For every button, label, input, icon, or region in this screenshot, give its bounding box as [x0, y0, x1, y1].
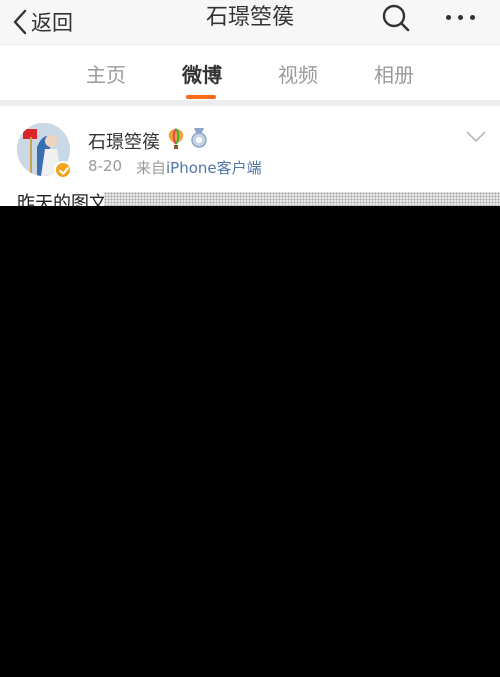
- chevron-left-icon: [13, 9, 27, 35]
- post-text[interactable]: 昨天的图文: [17, 191, 107, 206]
- active-tab-indicator: [186, 95, 216, 99]
- post-username[interactable]: 石璟箜篌: [88, 128, 160, 154]
- more-dot-icon: [470, 15, 475, 20]
- more-button[interactable]: [443, 9, 479, 27]
- tab-album[interactable]: 相册: [364, 59, 424, 88]
- balloon-icon: [168, 128, 184, 149]
- post-date: 8-20: [88, 157, 123, 175]
- chevron-down-icon: [466, 131, 486, 143]
- profile-tabs: 主页 微博 视频 相册: [0, 44, 500, 100]
- image-content-area: [0, 206, 500, 677]
- back-label: 返回: [31, 11, 73, 35]
- top-nav-bar: 返回 石璟箜篌: [0, 0, 500, 44]
- page-title: 石璟箜篌: [205, 5, 294, 30]
- post-menu-button[interactable]: [466, 128, 486, 147]
- search-button[interactable]: [381, 4, 411, 38]
- more-dot-icon: [446, 15, 451, 20]
- more-dot-icon: [458, 15, 463, 20]
- tab-video[interactable]: 视频: [268, 59, 328, 88]
- tab-home[interactable]: 主页: [76, 59, 136, 88]
- weibo-post: 石璟箜篌 8-20 来自 iPhone客户端 昨天的图文: [0, 106, 500, 206]
- verified-badge-icon: [54, 161, 72, 179]
- halftone-overlay: [104, 192, 500, 206]
- tab-weibo[interactable]: 微博: [172, 59, 232, 88]
- search-icon: [382, 4, 410, 32]
- post-source-link[interactable]: iPhone客户端: [166, 157, 262, 178]
- post-source-prefix: 来自: [136, 159, 167, 177]
- medal-icon: [191, 128, 207, 148]
- back-button[interactable]: 返回: [12, 4, 73, 40]
